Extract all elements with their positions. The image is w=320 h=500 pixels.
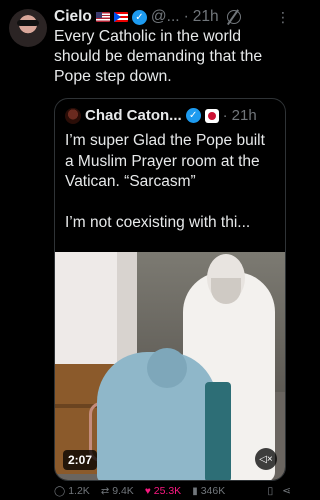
action-end-group: ▯ ⋖ [267, 485, 291, 497]
quoted-tweet[interactable]: Chad Caton... ✓ · 21h I’m super Glad the… [54, 98, 286, 481]
tweet-header: Cielo ✓ @... · 21h ⋮ [54, 7, 290, 27]
mute-icon[interactable]: ◁× [255, 448, 277, 470]
quoted-author-name: Chad Caton... [85, 107, 182, 124]
quoted-text: I’m super Glad the Pope built a Muslim P… [65, 131, 277, 253]
author-name[interactable]: Cielo [54, 8, 92, 26]
video-duration: 2:07 [63, 450, 98, 470]
more-icon[interactable]: ⋮ [276, 9, 290, 26]
puerto-rico-flag-icon [113, 12, 128, 22]
quoted-text-line: I’m not coexisting with thi... [65, 213, 251, 231]
video-pillar [117, 252, 137, 364]
share-icon[interactable]: ⋖ [282, 485, 291, 497]
quoted-timestamp: 21h [231, 107, 257, 124]
verified-badge-icon: ✓ [185, 108, 201, 123]
quoted-header: Chad Caton... ✓ · 21h [65, 107, 277, 124]
affiliate-badge-icon [204, 108, 219, 123]
avatar[interactable] [9, 9, 47, 47]
reply-icon: ◯ [54, 485, 66, 497]
views-icon: ▮ [192, 485, 198, 497]
heart-icon: ♥ [144, 485, 151, 497]
like-button[interactable]: ♥ 25.3K [145, 485, 181, 497]
tweet-text: Every Catholic in the world should be de… [54, 28, 263, 85]
views-count: 346K [200, 485, 226, 497]
reply-button[interactable]: ◯ 1.2K [54, 485, 90, 497]
like-count: 25.3K [153, 485, 182, 497]
repost-count: 9.4K [112, 485, 134, 497]
author-handle[interactable]: @... [151, 8, 180, 26]
repost-icon: ⇄ [100, 485, 110, 497]
repost-button[interactable]: ⇄ 9.4K [101, 485, 134, 497]
verified-badge-icon: ✓ [131, 9, 147, 25]
grok-icon[interactable] [226, 10, 241, 24]
separator: · [222, 107, 228, 124]
us-flag-icon [95, 12, 110, 22]
video-player[interactable]: 2:07 ◁× [55, 252, 285, 480]
action-bar: ◯ 1.2K ⇄ 9.4K ♥ 25.3K ▮ 346K ▯ ⋖ [54, 484, 291, 498]
quoted-avatar [65, 107, 81, 124]
separator: · [183, 8, 189, 25]
views-button[interactable]: ▮ 346K [192, 485, 225, 497]
timestamp[interactable]: 21h [193, 8, 219, 26]
bookmark-icon[interactable]: ▯ [267, 485, 273, 497]
quoted-text-line: I’m super Glad the Pope built a Muslim P… [65, 132, 265, 190]
reply-count: 1.2K [68, 485, 90, 497]
video-person-blue-head [147, 348, 187, 388]
video-cloth [205, 382, 231, 480]
